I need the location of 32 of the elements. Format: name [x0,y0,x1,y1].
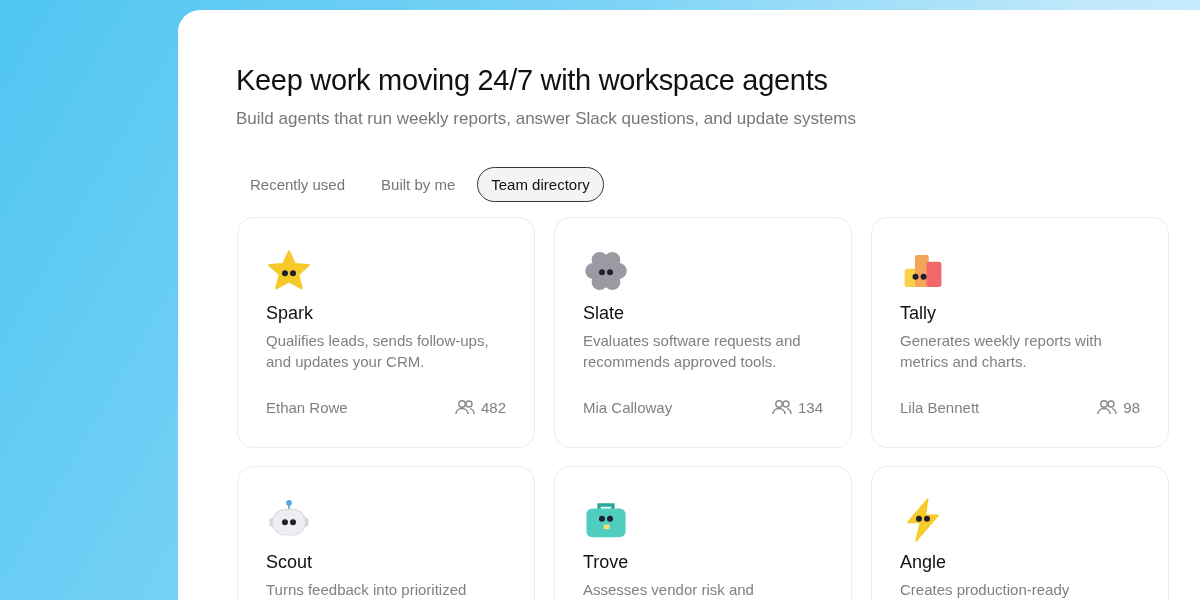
agent-description: Assesses vendor risk and [583,580,755,600]
users-icon [1097,398,1118,416]
agent-card[interactable]: Tally Generates weekly reports with metrics and charts. Lila Bennett 98 [871,217,1169,448]
agent-name: Trove [583,552,630,573]
agent-name: Spark [266,303,315,324]
agent-card[interactable]: Angle Creates production-ready [871,466,1169,600]
agent-card[interactable]: Slate Evaluates software requests and recommends approved tools. Mia Calloway 134 [554,217,852,448]
agent-owner: Ethan Rowe [266,398,348,416]
agent-description: Evaluates software requests and recommends approved tools. [583,331,802,372]
agent-description: Creates production-ready [900,580,1071,600]
agent-name: Slate [583,303,626,324]
user-count: 134 [797,398,823,416]
agent-description: Turns feedback into prioritized [266,580,468,600]
users-icon [771,398,792,416]
agent-name: Tally [900,303,937,324]
users-icon [454,398,475,416]
agent-owner: Mia Calloway [583,398,673,416]
user-count: 98 [1123,398,1140,416]
agent-card[interactable]: Spark Qualifies leads, sends follow-ups, and updates your CRM. Ethan Rowe 482 [237,217,535,448]
page-title: Keep work moving 24/7 with workspace agents [236,64,829,97]
filter-tab[interactable]: Built by me [367,167,470,202]
page-subtitle: Build agents that run weekly reports, answer Slack questions, and update systems [236,109,857,129]
filter-tab[interactable]: Recently used [236,167,360,202]
agent-description: Generates weekly reports with metrics and charts. [900,331,1103,372]
agent-card[interactable]: Trove Assesses vendor risk and [554,466,852,600]
agent-card[interactable]: Scout Turns feedback into prioritized [237,466,535,600]
agent-owner: Lila Bennett [900,398,980,416]
agent-description: Qualifies leads, sends follow-ups, and updates your CRM. [266,331,490,372]
agent-name: Scout [266,552,314,573]
filter-tab[interactable]: Team directory [477,167,604,202]
user-count: 482 [480,398,506,416]
agent-name: Angle [900,552,948,573]
